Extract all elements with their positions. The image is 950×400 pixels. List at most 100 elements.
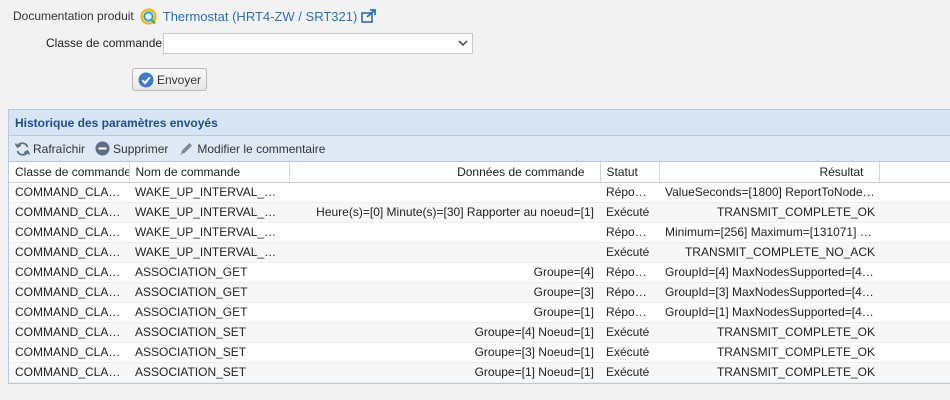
- cell-name: ASSOCIATION_GET: [129, 262, 289, 283]
- send-button-label: Envoyer: [157, 72, 202, 87]
- cell-data: [289, 242, 600, 263]
- cell-data: [289, 182, 600, 203]
- cell-class: COMMAND_CLAS...: [9, 362, 129, 383]
- cell-status: Exécuté: [600, 342, 659, 363]
- cell-class: COMMAND_CLAS...: [9, 182, 129, 203]
- cell-result: TRANSMIT_COMPLETE_OK: [659, 322, 879, 343]
- cell-filler: [879, 242, 950, 263]
- cell-status: Répondu: [600, 222, 659, 243]
- cell-status: Exécuté: [600, 322, 659, 343]
- cell-class: COMMAND_CLAS...: [9, 222, 129, 243]
- command-class-row: Classe de commande: [46, 32, 473, 54]
- product-doc-label: Documentation produit: [13, 9, 134, 23]
- cell-result: TRANSMIT_COMPLETE_NO_ACK: [659, 242, 879, 263]
- cell-filler: [879, 362, 950, 383]
- cell-data: Groupe=[1]: [289, 302, 600, 323]
- table-row[interactable]: COMMAND_CLAS... WAKE_UP_INTERVAL_GET Exécu…: [9, 242, 950, 263]
- cell-data: Groupe=[1] Noeud=[1]: [289, 362, 600, 383]
- edit-comment-button[interactable]: Modifier le commentaire: [178, 141, 325, 157]
- cell-filler: [879, 342, 950, 363]
- delete-button[interactable]: Supprimer: [95, 141, 168, 156]
- table-row[interactable]: COMMAND_CLAS... ASSOCIATION_SET Groupe=[3]…: [9, 342, 950, 363]
- table-row[interactable]: COMMAND_CLAS... WAKE_UP_INTERVAL_SET Heure…: [9, 202, 950, 223]
- cell-filler: [879, 262, 950, 283]
- cell-data: Heure(s)=[0] Minute(s)=[30] Rapporter au…: [289, 202, 600, 223]
- table-row[interactable]: COMMAND_CLAS... WAKE_UP_INTERVAL_GET Répon…: [9, 182, 950, 203]
- refresh-icon: [15, 141, 30, 156]
- product-doc-link[interactable]: Thermostat (HRT4-ZW / SRT321): [163, 9, 358, 24]
- cell-name: ASSOCIATION_SET: [129, 362, 289, 383]
- column-header-result[interactable]: Résultat: [659, 162, 880, 183]
- history-title: Historique des paramètres envoyés: [9, 110, 950, 136]
- cell-data: Groupe=[3] Noeud=[1]: [289, 342, 600, 363]
- command-class-label: Classe de commande: [46, 36, 163, 50]
- table-row[interactable]: COMMAND_CLAS... ASSOCIATION_GET Groupe=[3]…: [9, 282, 950, 303]
- refresh-button[interactable]: Rafraîchir: [15, 142, 85, 156]
- minus-circle-icon: [95, 141, 110, 156]
- refresh-label: Rafraîchir: [33, 141, 86, 156]
- cell-status: Répondu: [600, 262, 659, 283]
- cell-result: TRANSMIT_COMPLETE_OK: [659, 342, 879, 363]
- cell-data: Groupe=[3]: [289, 282, 600, 303]
- table-row[interactable]: COMMAND_CLAS... ASSOCIATION_SET Groupe=[4]…: [9, 322, 950, 343]
- cell-result: Minimum=[256] Maximum=[131071] Defa...: [659, 222, 879, 243]
- cell-status: Exécuté: [600, 202, 659, 223]
- cell-name: ASSOCIATION_GET: [129, 282, 289, 303]
- cell-filler: [879, 302, 950, 323]
- cell-name: ASSOCIATION_SET: [129, 342, 289, 363]
- cell-filler: [879, 222, 950, 243]
- cell-status: Répondu: [600, 182, 659, 203]
- cell-result: GroupId=[1] MaxNodesSupported=[4] N...: [659, 302, 879, 323]
- column-header-class[interactable]: Classe de commande: [9, 162, 130, 183]
- cell-class: COMMAND_CLAS...: [9, 242, 129, 263]
- cell-result: ValueSeconds=[1800] ReportToNode=[1]: [659, 182, 879, 203]
- product-documentation: Documentation produit Thermostat (HRT4-Z…: [13, 6, 377, 26]
- cell-result: TRANSMIT_COMPLETE_OK: [659, 362, 879, 383]
- cell-filler: [879, 282, 950, 303]
- cell-name: WAKE_UP_INTERVAL_SET: [129, 202, 289, 223]
- cell-class: COMMAND_CLAS...: [9, 322, 129, 343]
- column-header-data[interactable]: Données de commande: [289, 162, 601, 183]
- cell-status: Répondu: [600, 302, 659, 323]
- cell-class: COMMAND_CLAS...: [9, 262, 129, 283]
- send-button[interactable]: Envoyer: [132, 68, 207, 91]
- history-panel: Historique des paramètres envoyés Rafraî…: [8, 109, 950, 384]
- cell-name: ASSOCIATION_GET: [129, 302, 289, 323]
- search-doc-icon[interactable]: [140, 7, 157, 25]
- cell-name: ASSOCIATION_SET: [129, 322, 289, 343]
- table-row[interactable]: COMMAND_CLAS... ASSOCIATION_GET Groupe=[4]…: [9, 262, 950, 283]
- cell-class: COMMAND_CLAS...: [9, 342, 129, 363]
- cell-class: COMMAND_CLAS...: [9, 202, 129, 223]
- cell-result: GroupId=[3] MaxNodesSupported=[4] N...: [659, 282, 879, 303]
- cell-result: GroupId=[4] MaxNodesSupported=[4] N...: [659, 262, 879, 283]
- cell-name: WAKE_UP_INTERVAL_GET: [129, 182, 289, 203]
- cell-status: Exécuté: [600, 362, 659, 383]
- cell-filler: [879, 182, 950, 203]
- command-class-select[interactable]: [163, 32, 473, 54]
- external-link-icon[interactable]: [361, 9, 377, 23]
- column-header-empty: [879, 162, 950, 183]
- cell-data: Groupe=[4]: [289, 262, 600, 283]
- cell-result: TRANSMIT_COMPLETE_OK: [659, 202, 879, 223]
- cell-filler: [879, 322, 950, 343]
- table-row[interactable]: COMMAND_CLAS... ASSOCIATION_SET Groupe=[1]…: [9, 362, 950, 383]
- cell-status: Exécuté: [600, 242, 659, 263]
- column-header-name[interactable]: Nom de commande: [129, 162, 290, 183]
- check-icon: [138, 72, 154, 87]
- cell-status: Répondu: [600, 282, 659, 303]
- pencil-icon: [180, 142, 193, 155]
- table-row[interactable]: COMMAND_CLAS... ASSOCIATION_GET Groupe=[1]…: [9, 302, 950, 323]
- table-row[interactable]: COMMAND_CLAS... WAKE_UP_INTERVAL_CAP... Ré…: [9, 222, 950, 243]
- cell-class: COMMAND_CLAS...: [9, 282, 129, 303]
- cell-data: Groupe=[4] Noeud=[1]: [289, 322, 600, 343]
- column-header-status[interactable]: Statut: [600, 162, 660, 183]
- chevron-down-icon[interactable]: [454, 34, 472, 53]
- cell-name: WAKE_UP_INTERVAL_CAP...: [129, 222, 289, 243]
- cell-filler: [879, 202, 950, 223]
- history-toolbar: Rafraîchir Supprimer Modifier le comment…: [9, 136, 950, 162]
- cell-data: [289, 222, 600, 243]
- history-table: Classe de commande Nom de commande Donné…: [9, 162, 950, 383]
- delete-label: Supprimer: [113, 141, 169, 156]
- cell-name: WAKE_UP_INTERVAL_GET: [129, 242, 289, 263]
- table-header-row: Classe de commande Nom de commande Donné…: [9, 162, 950, 183]
